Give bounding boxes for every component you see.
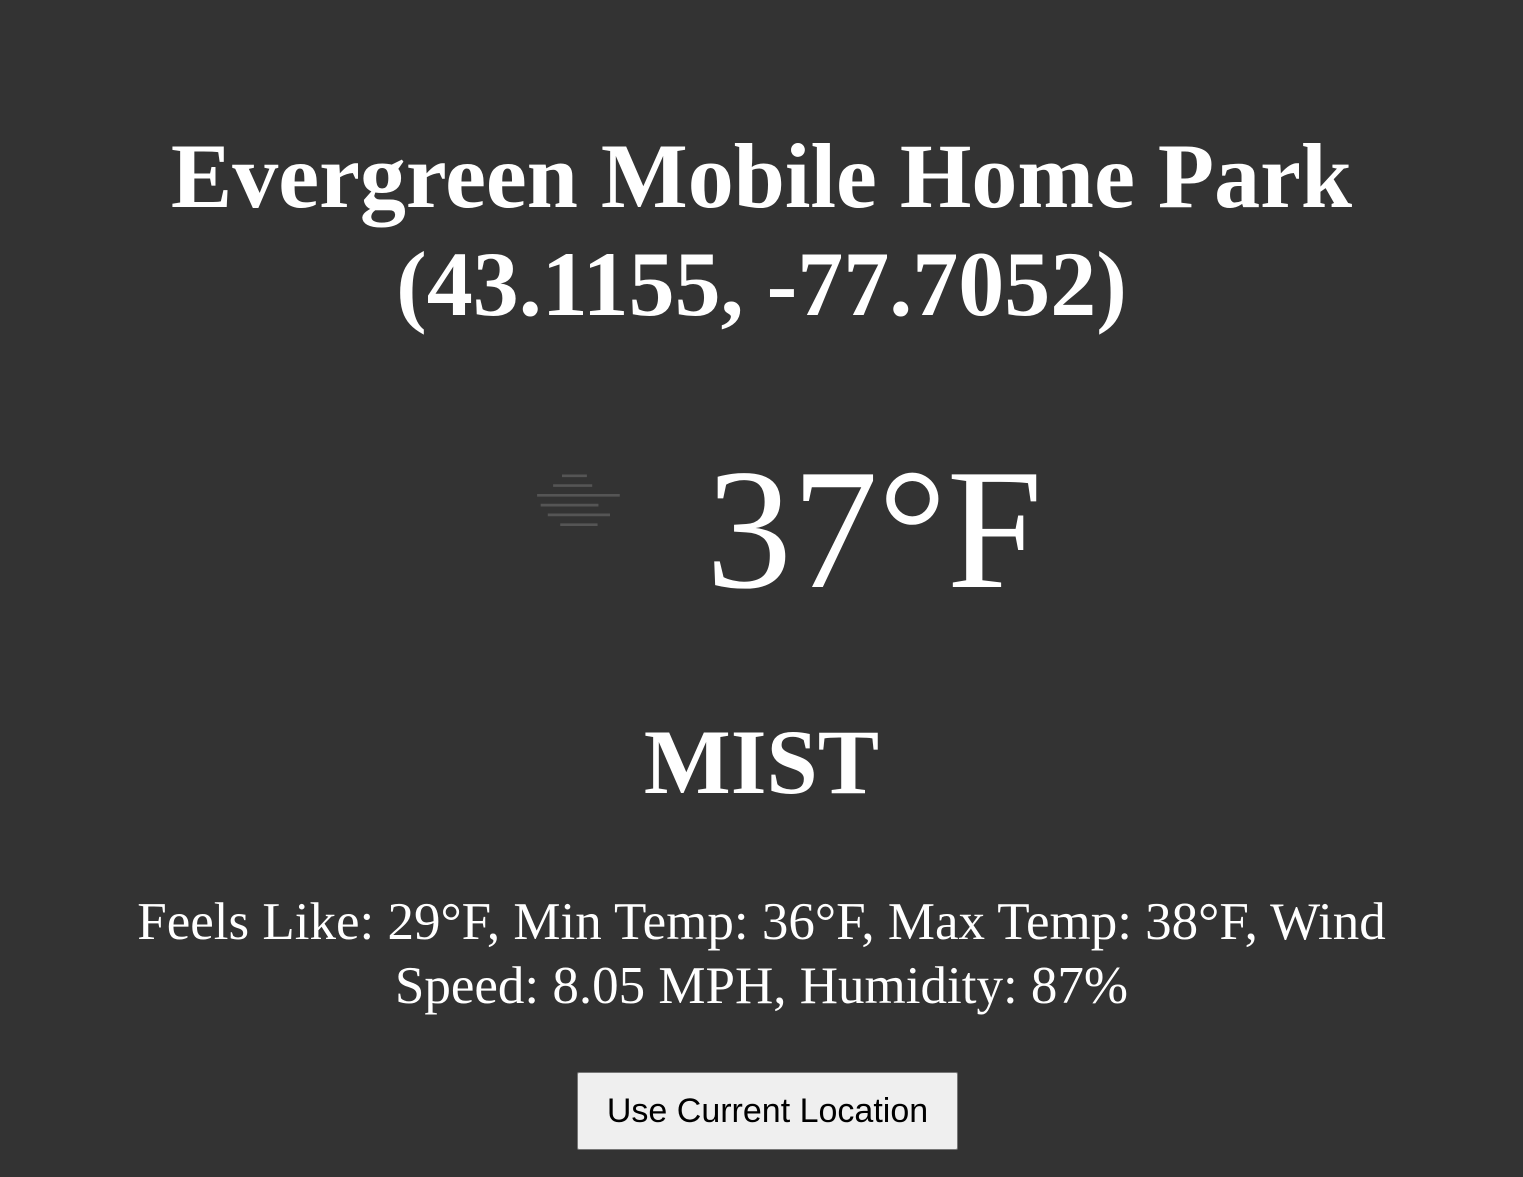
use-current-location-button[interactable]: Use Current Location [577, 1072, 958, 1150]
weather-condition: MIST [643, 711, 880, 813]
temperature: 37°F [706, 435, 1043, 625]
mist-icon [528, 466, 628, 530]
current-conditions: 37°F [0, 440, 1523, 620]
weather-details: Feels Like: 29°F, Min Temp: 36°F, Max Te… [137, 893, 1386, 1015]
location-title: Evergreen Mobile Home Park (43.1155, -77… [170, 125, 1353, 335]
